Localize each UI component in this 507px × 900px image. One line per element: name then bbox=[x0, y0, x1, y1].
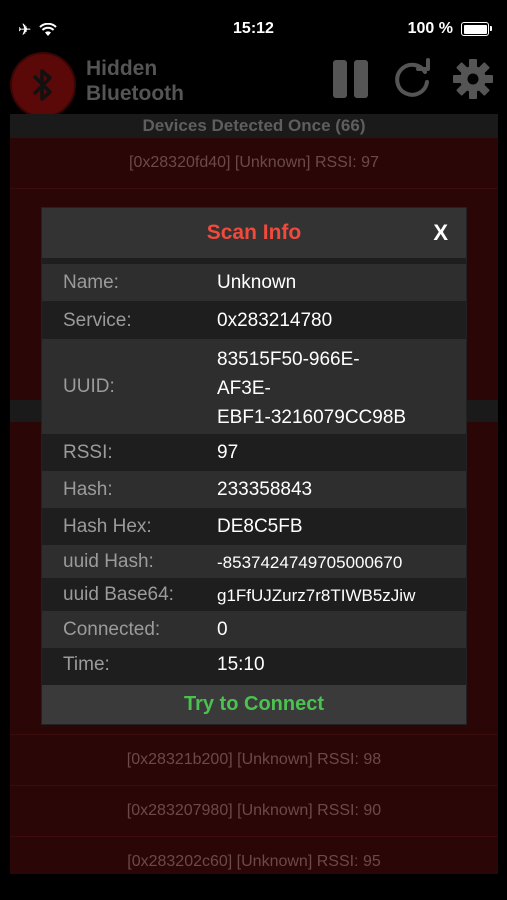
row-divider bbox=[10, 188, 498, 189]
try-to-connect-button[interactable]: Try to Connect bbox=[42, 685, 466, 724]
refresh-button[interactable] bbox=[392, 58, 434, 105]
info-value: 97 bbox=[217, 442, 239, 463]
info-row-uuid-base64: uuid Base64: g1FfUJZurz7r8TIWB5zJiw bbox=[42, 578, 466, 611]
info-label: RSSI: bbox=[63, 442, 113, 463]
scan-info-dialog: Scan Info X Name: Unknown Service: 0x283… bbox=[42, 208, 466, 724]
devices-section-header: Devices Detected Once (66) bbox=[10, 114, 498, 138]
info-value: 0 bbox=[217, 619, 228, 640]
dialog-header: Scan Info X bbox=[42, 208, 466, 258]
info-label: Name: bbox=[63, 272, 119, 293]
info-label: Connected: bbox=[63, 619, 161, 640]
app-title-line1: Hidden bbox=[86, 57, 158, 80]
settings-button[interactable] bbox=[452, 58, 494, 105]
info-value: 233358843 bbox=[217, 479, 313, 500]
info-value: 83515F50-966E- AF3E- EBF1-3216079CC98B bbox=[217, 345, 406, 432]
app-title: Hidden Bluetooth bbox=[86, 56, 184, 106]
info-label: Hash Hex: bbox=[63, 516, 152, 537]
uuid-line: AF3E- bbox=[217, 378, 271, 399]
info-row-connected: Connected: 0 bbox=[42, 611, 466, 648]
info-value: Unknown bbox=[217, 272, 297, 293]
pause-icon-bar bbox=[354, 60, 368, 98]
info-row-name: Name: Unknown bbox=[42, 264, 466, 301]
info-value: DE8C5FB bbox=[217, 516, 303, 537]
close-button[interactable]: X bbox=[433, 208, 448, 258]
app-title-line2: Bluetooth bbox=[86, 82, 184, 105]
pause-icon-bar bbox=[333, 60, 347, 98]
info-row-time: Time: 15:10 bbox=[42, 648, 466, 685]
device-row[interactable]: [0x283207980] [Unknown] RSSI: 90 bbox=[10, 786, 498, 836]
info-value: -8537424749705000670 bbox=[217, 553, 403, 572]
info-label: uuid Base64: bbox=[63, 584, 174, 605]
info-row-hash-hex: Hash Hex: DE8C5FB bbox=[42, 508, 466, 545]
battery-icon bbox=[461, 22, 492, 36]
device-row[interactable]: [0x283202c60] [Unknown] RSSI: 95 bbox=[10, 837, 498, 887]
uuid-line: 83515F50-966E- bbox=[217, 349, 360, 370]
battery-percent: 100 % bbox=[407, 20, 453, 37]
device-row[interactable]: [0x28321b200] [Unknown] RSSI: 98 bbox=[10, 735, 498, 785]
device-row[interactable]: [0x28320fd40] [Unknown] RSSI: 97 bbox=[10, 138, 498, 188]
info-label: Service: bbox=[63, 310, 132, 331]
info-value: g1FfUJZurz7r8TIWB5zJiw bbox=[217, 586, 416, 605]
refresh-icon bbox=[395, 58, 430, 97]
info-label: uuid Hash: bbox=[63, 551, 154, 572]
uuid-line: EBF1-3216079CC98B bbox=[217, 407, 407, 428]
info-value: 15:10 bbox=[217, 654, 265, 675]
dialog-title: Scan Info bbox=[206, 221, 302, 244]
info-row-uuid-hash: uuid Hash: -8537424749705000670 bbox=[42, 545, 466, 578]
info-label: UUID: bbox=[63, 376, 115, 397]
gear-icon bbox=[453, 59, 493, 99]
info-row-rssi: RSSI: 97 bbox=[42, 434, 466, 471]
info-label: Time: bbox=[63, 654, 110, 675]
bluetooth-logo-icon bbox=[10, 52, 76, 118]
info-value: 0x283214780 bbox=[217, 310, 333, 331]
pause-button[interactable] bbox=[333, 60, 375, 103]
info-label: Hash: bbox=[63, 479, 113, 500]
info-row-service: Service: 0x283214780 bbox=[42, 301, 466, 339]
status-right: 100 % bbox=[407, 20, 492, 38]
info-row-uuid: UUID: 83515F50-966E- AF3E- EBF1-3216079C… bbox=[42, 339, 466, 434]
info-row-hash: Hash: 233358843 bbox=[42, 471, 466, 508]
